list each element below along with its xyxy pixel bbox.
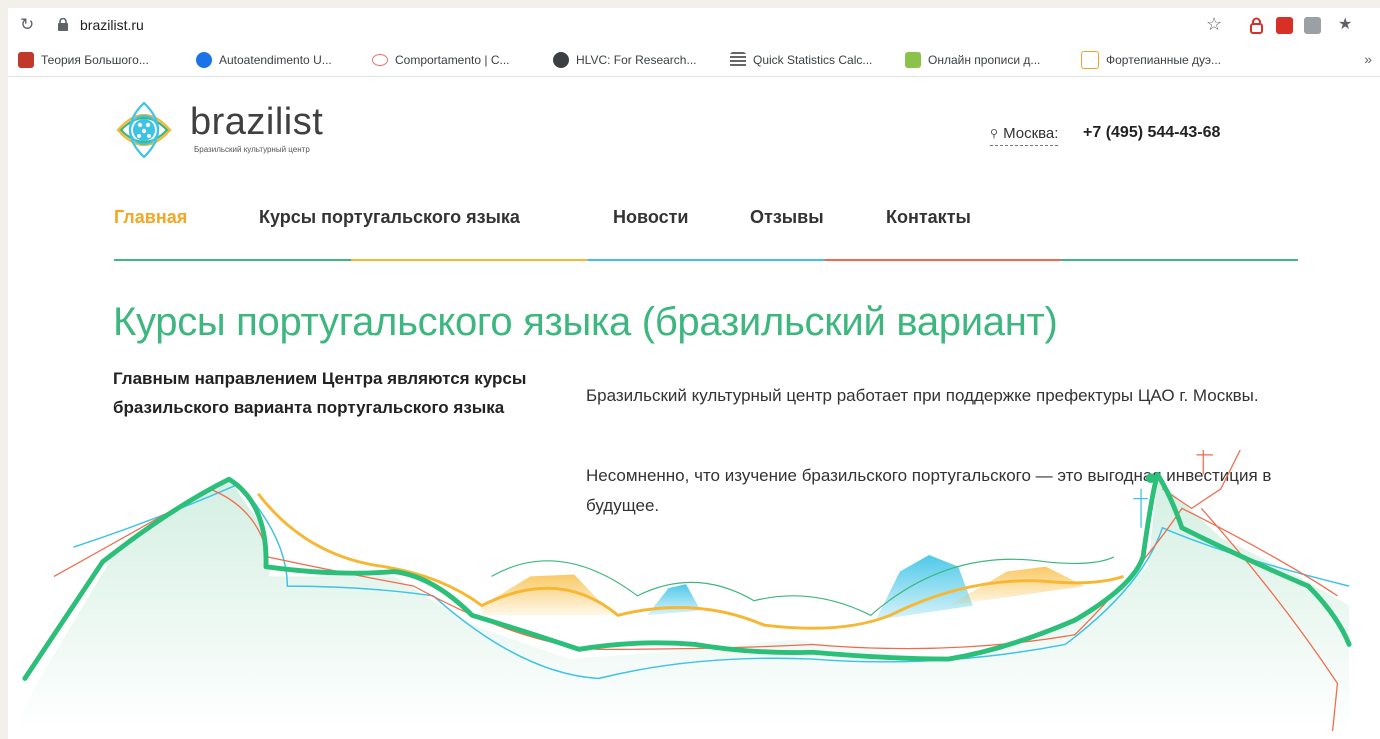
more-bookmarks-button[interactable]: » [1364, 51, 1372, 67]
bookmark-item[interactable]: Фортепианные дуэ... [1081, 51, 1221, 69]
bookmark-label: Quick Statistics Calc... [753, 53, 873, 67]
nav-item-courses[interactable]: Курсы португальского языка [259, 207, 520, 228]
lock-extension-icon[interactable] [1248, 17, 1265, 34]
bookmark-label: Теория Большого... [41, 53, 149, 67]
red-pixel-icon [18, 52, 34, 68]
pink-eye-icon [372, 54, 388, 66]
bookmark-label: Autoatendimento U... [219, 53, 332, 67]
bookmark-item[interactable]: Comportamento | C... [372, 52, 510, 68]
page-title: Курсы португальского языка (бразильский … [113, 300, 1058, 344]
lead-text: Главным направлением Центра являются кур… [113, 369, 527, 417]
bookmark-item[interactable]: Теория Большого... [18, 52, 149, 68]
bookmark-item[interactable]: HLVC: For Research... [553, 52, 696, 68]
address-bar: ↻ brazilist.ru ☆ ★ [8, 8, 1380, 44]
bookmark-label: Онлайн прописи д... [928, 53, 1041, 67]
bookmark-item[interactable]: Autoatendimento U... [196, 52, 332, 68]
bookmark-label: Comportamento | C... [395, 53, 510, 67]
pdf-extension-icon[interactable] [1276, 17, 1293, 34]
yellow-peak-left [481, 574, 614, 616]
blue-peak-right [875, 555, 973, 621]
bookmark-star-icon[interactable]: ☆ [1206, 14, 1222, 35]
url-field[interactable]: brazilist.ru [80, 17, 144, 33]
location-pin-icon: ⚲ [990, 128, 999, 140]
bookmark-label: HLVC: For Research... [576, 53, 697, 67]
dark-globe-icon [553, 52, 569, 68]
nav-item-reviews[interactable]: Отзывы [750, 207, 824, 228]
blue-globe-icon [196, 52, 212, 68]
nav-item-home[interactable]: Главная [114, 207, 187, 228]
nav-item-contacts[interactable]: Контакты [886, 207, 971, 228]
city-label: Москва: [1003, 125, 1059, 142]
lock-icon[interactable] [58, 18, 68, 31]
rio-landscape-illustration [15, 450, 1352, 731]
intro-paragraph: Бразильский культурный центр работает пр… [586, 386, 1259, 405]
brand-name[interactable]: brazilist [190, 100, 323, 144]
green-tile-icon [905, 52, 921, 68]
bookmark-label: Фортепианные дуэ... [1106, 53, 1221, 67]
calculator-icon [730, 52, 746, 68]
bookmark-item[interactable]: Онлайн прописи д... [905, 52, 1040, 68]
nav-item-news[interactable]: Новости [613, 207, 688, 228]
tab-extension-icon[interactable] [1304, 17, 1321, 34]
brand-tagline: Бразильский культурный центр [194, 145, 310, 154]
reload-icon[interactable]: ↻ [20, 15, 34, 35]
bookmarks-bar: Теория Большого... Autoatendimento U... … [8, 44, 1380, 77]
nav-divider [114, 259, 1298, 261]
music-note-icon [1081, 51, 1099, 69]
bookmark-item[interactable]: Quick Statistics Calc... [730, 52, 872, 68]
phone-number[interactable]: +7 (495) 544-43-68 [1083, 124, 1220, 142]
city-selector[interactable]: ⚲ Москва: [990, 125, 1059, 146]
brazilist-logo-icon[interactable] [112, 98, 176, 162]
puzzle-icon[interactable]: ★ [1338, 14, 1352, 34]
